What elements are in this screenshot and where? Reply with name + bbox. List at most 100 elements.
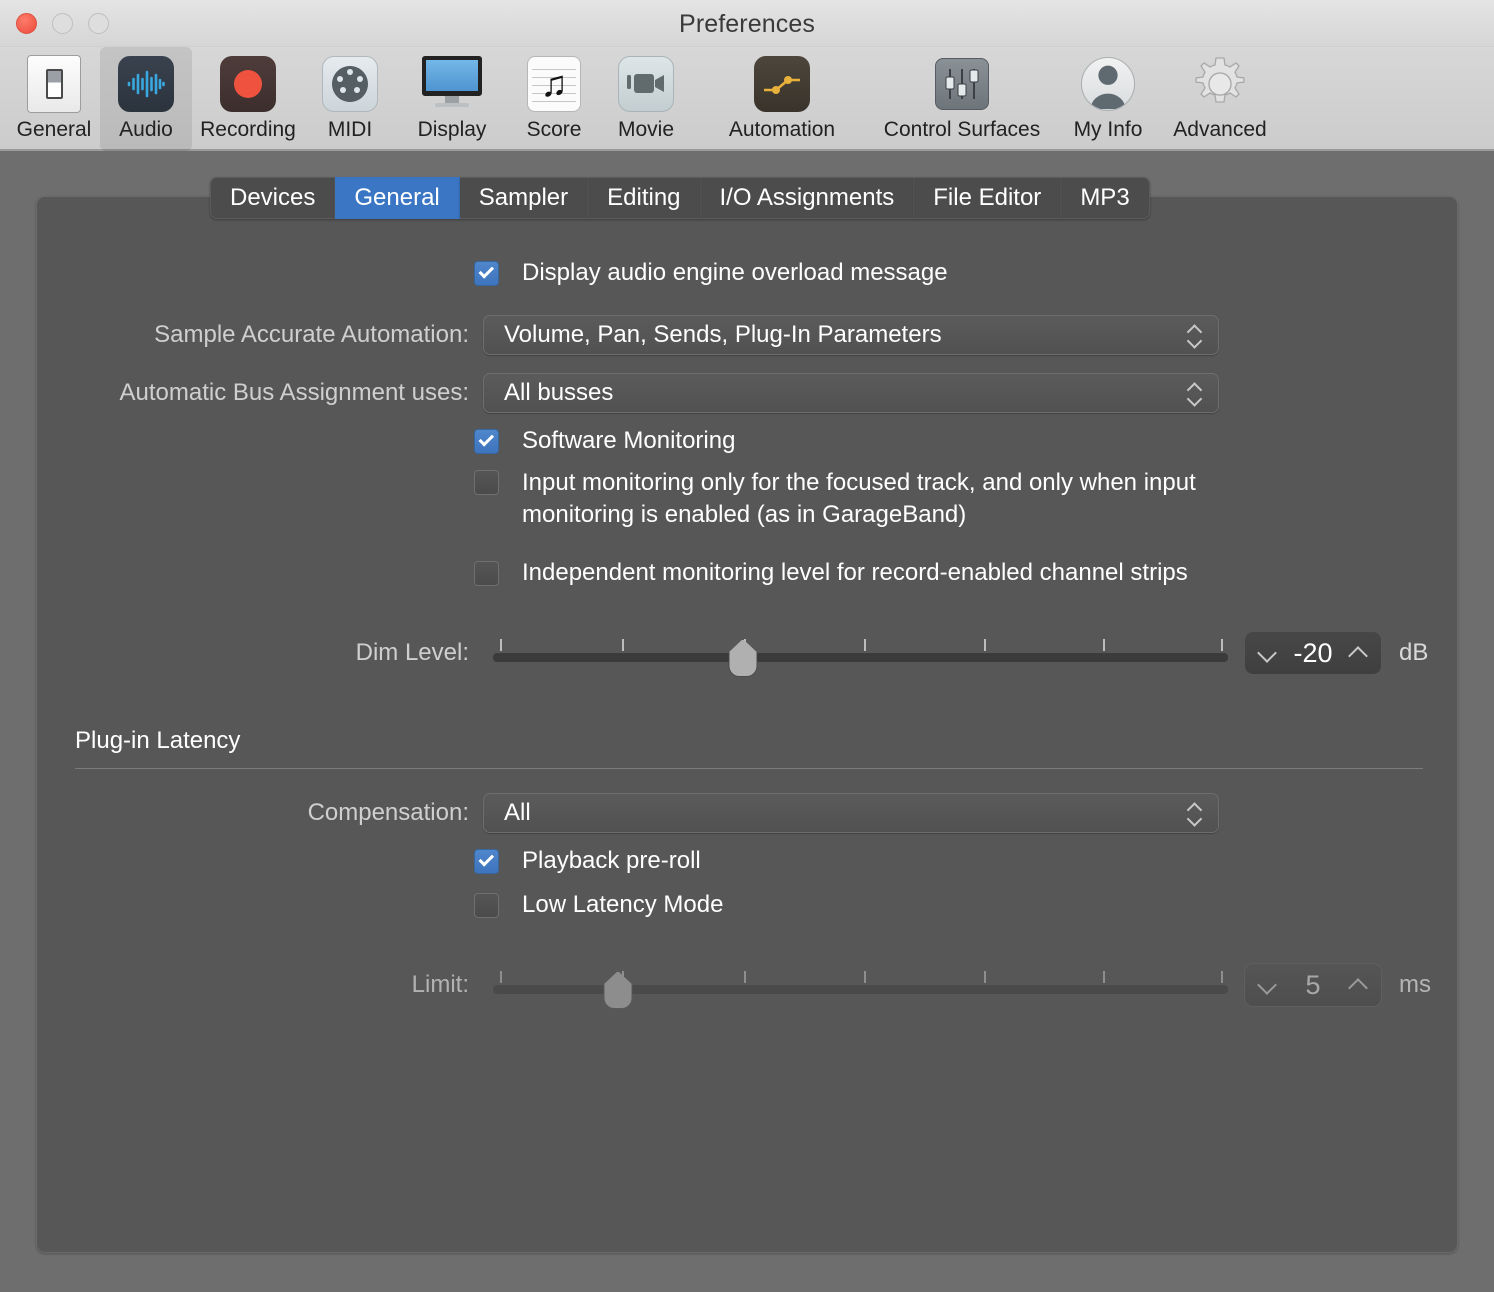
music-note-icon: ♫: [523, 52, 586, 115]
toolbar-label-midi: MIDI: [327, 118, 373, 141]
limit-slider[interactable]: [493, 963, 1228, 1009]
tab-file-editor[interactable]: File Editor: [914, 177, 1062, 219]
toolbar-item-automation[interactable]: Automation: [692, 47, 872, 151]
compensation-value: All: [504, 799, 531, 826]
tab-mp3[interactable]: MP3: [1061, 177, 1150, 219]
independent-monitoring-level-checkbox[interactable]: [474, 560, 499, 586]
dim-level-value: -20: [1293, 637, 1333, 668]
slider-ticks: [493, 971, 1228, 983]
stepper-increment-icon[interactable]: [1350, 980, 1367, 991]
switch-icon: [23, 52, 86, 115]
sample-accurate-automation-value: Volume, Pan, Sends, Plug-In Parameters: [504, 321, 942, 348]
pane-tab-bar: Devices General Sampler Editing I/O Assi…: [210, 177, 1150, 219]
display-overload-message-checkbox[interactable]: [474, 260, 499, 286]
title-bar: Preferences: [0, 0, 1494, 47]
low-latency-mode-row: Low Latency Mode: [474, 891, 723, 919]
compensation-popup[interactable]: All: [483, 793, 1219, 833]
automatic-bus-assignment-label: Automatic Bus Assignment uses:: [119, 379, 470, 406]
dim-level-label: Dim Level:: [355, 639, 469, 666]
dim-level-stepper[interactable]: -20: [1244, 631, 1382, 675]
toolbar-item-audio[interactable]: Audio: [100, 47, 192, 151]
input-monitoring-focused-row: Input monitoring only for the focused tr…: [474, 467, 1196, 531]
tab-devices[interactable]: Devices: [210, 177, 336, 219]
window-title: Preferences: [679, 10, 815, 38]
toolbar-label-audio: Audio: [119, 118, 173, 141]
gear-icon: [1189, 52, 1252, 115]
dim-level-slider[interactable]: [493, 631, 1228, 677]
toolbar-item-my-info[interactable]: My Info: [1052, 47, 1164, 151]
preferences-content-panel: Display audio engine overload message Sa…: [36, 196, 1458, 1253]
toolbar-label-display: Display: [417, 118, 487, 141]
dim-level-row: Dim Level: -20 dB: [327, 631, 1447, 677]
toolbar-item-general[interactable]: General: [8, 47, 100, 151]
video-camera-icon: [615, 52, 678, 115]
toolbar-label-my-info: My Info: [1073, 118, 1143, 141]
chevron-updown-icon: [1187, 384, 1204, 403]
plugin-latency-title: Plug-in Latency: [75, 727, 241, 754]
compensation-label: Compensation:: [307, 799, 469, 826]
tab-sampler[interactable]: Sampler: [459, 177, 589, 219]
display-overload-message-label: Display audio engine overload message: [522, 259, 948, 286]
toolbar-item-display[interactable]: Display: [396, 47, 508, 151]
toolbar-label-recording: Recording: [200, 118, 296, 141]
toolbar-item-midi[interactable]: MIDI: [304, 47, 396, 151]
person-icon: [1077, 52, 1140, 115]
automatic-bus-assignment-popup[interactable]: All busses: [483, 373, 1219, 413]
toolbar-label-general: General: [16, 118, 92, 141]
faders-icon: [931, 52, 994, 115]
limit-value: 5: [1305, 969, 1321, 1000]
slider-track: [493, 653, 1228, 662]
software-monitoring-checkbox[interactable]: [474, 428, 499, 454]
waveform-icon: [115, 52, 178, 115]
toolbar-item-advanced[interactable]: Advanced: [1164, 47, 1276, 151]
automation-curve-icon: [751, 52, 814, 115]
monitor-icon: [421, 52, 484, 115]
limit-stepper[interactable]: 5: [1244, 963, 1382, 1007]
dim-level-unit: dB: [1399, 639, 1429, 666]
limit-row: Limit: 5 ms: [327, 963, 1447, 1009]
preferences-window: Preferences General Audio Recording MIDI…: [0, 0, 1494, 1292]
section-divider: [75, 768, 1423, 769]
software-monitoring-row: Software Monitoring: [474, 427, 735, 455]
chevron-updown-icon: [1187, 804, 1204, 823]
compensation-row: Compensation: All: [97, 793, 1427, 833]
preferences-toolbar: General Audio Recording MIDI Display ♫ S…: [0, 47, 1494, 151]
toolbar-item-recording[interactable]: Recording: [192, 47, 304, 151]
toolbar-label-score: Score: [526, 118, 582, 141]
sample-accurate-automation-row: Sample Accurate Automation: Volume, Pan,…: [97, 315, 1427, 355]
midi-port-icon: [319, 52, 382, 115]
toolbar-item-movie[interactable]: Movie: [600, 47, 692, 151]
stepper-decrement-icon[interactable]: [1259, 980, 1276, 991]
toolbar-item-score[interactable]: ♫ Score: [508, 47, 600, 151]
stepper-decrement-icon[interactable]: [1259, 648, 1276, 659]
input-monitoring-focused-label-line2: monitoring is enabled (as in GarageBand): [522, 501, 967, 528]
record-dot-icon: [217, 52, 280, 115]
limit-unit: ms: [1399, 971, 1431, 998]
toolbar-label-movie: Movie: [617, 118, 675, 141]
input-monitoring-focused-checkbox[interactable]: [474, 470, 499, 495]
playback-preroll-checkbox[interactable]: [474, 848, 499, 874]
automatic-bus-assignment-value: All busses: [504, 379, 614, 406]
independent-monitoring-level-label: Independent monitoring level for record-…: [522, 559, 1188, 586]
chevron-updown-icon: [1187, 326, 1204, 345]
playback-preroll-label: Playback pre-roll: [522, 847, 701, 874]
playback-preroll-row: Playback pre-roll: [474, 847, 701, 875]
sample-accurate-automation-label: Sample Accurate Automation:: [154, 321, 469, 348]
tab-general[interactable]: General: [335, 177, 460, 219]
slider-track: [493, 985, 1228, 994]
slider-ticks: [493, 639, 1228, 651]
overload-checkbox-row: Display audio engine overload message: [474, 259, 948, 287]
low-latency-mode-label: Low Latency Mode: [522, 891, 724, 918]
toolbar-label-advanced: Advanced: [1173, 118, 1267, 141]
sample-accurate-automation-popup[interactable]: Volume, Pan, Sends, Plug-In Parameters: [483, 315, 1219, 355]
toolbar-label-automation: Automation: [728, 118, 836, 141]
stepper-increment-icon[interactable]: [1350, 648, 1367, 659]
low-latency-mode-checkbox[interactable]: [474, 892, 499, 918]
automatic-bus-assignment-row: Automatic Bus Assignment uses: All busse…: [97, 373, 1427, 413]
software-monitoring-label: Software Monitoring: [522, 427, 736, 454]
toolbar-item-control-surfaces[interactable]: Control Surfaces: [872, 47, 1052, 151]
input-monitoring-focused-label-line1: Input monitoring only for the focused tr…: [522, 469, 1196, 496]
plugin-latency-section-header: Plug-in Latency: [75, 727, 1423, 769]
tab-io-assignments[interactable]: I/O Assignments: [700, 177, 915, 219]
tab-editing[interactable]: Editing: [588, 177, 701, 219]
